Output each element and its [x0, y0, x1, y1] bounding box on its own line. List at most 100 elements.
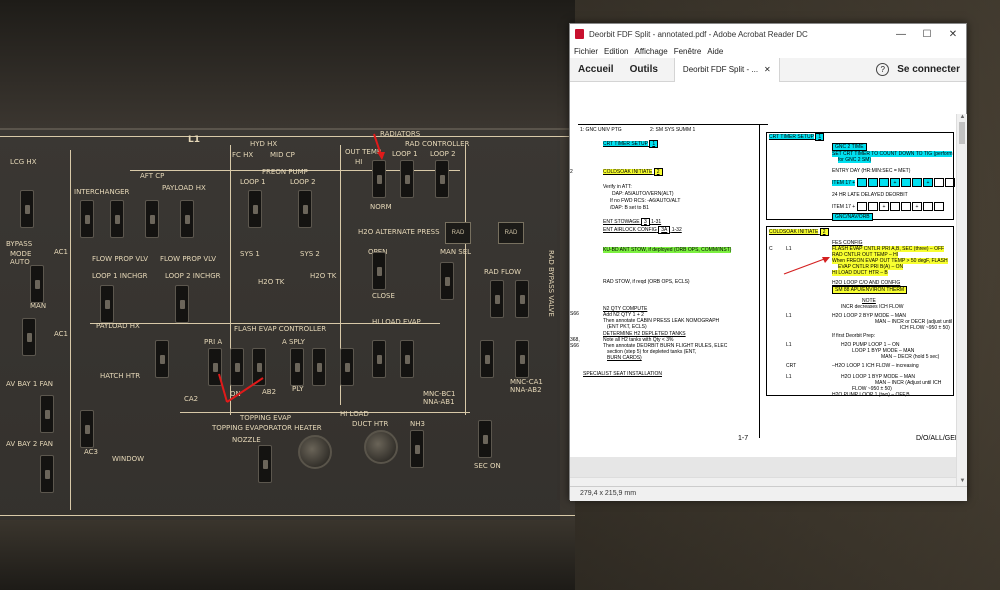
minimize-icon[interactable]: — [888, 29, 914, 40]
toggle-switch[interactable] [435, 160, 449, 198]
toggle-switch[interactable] [480, 340, 494, 378]
aft-cp-label: AFT CP [140, 172, 165, 180]
toggle-switch[interactable] [20, 190, 34, 228]
tab-document[interactable]: Deorbit FDF Split - ... ✕ [673, 57, 780, 82]
scroll-up-icon[interactable]: ▲ [957, 114, 968, 122]
menu-aide[interactable]: Aide [707, 47, 723, 56]
menu-affichage[interactable]: Affichage [634, 47, 667, 56]
first-deorbit: If first Deorbit Prep: [832, 333, 876, 339]
item17-b-cells[interactable]: + + [857, 202, 945, 211]
freon-loop1-label: LOOP 1 [240, 178, 266, 186]
man-sel-label: MAN SEL [440, 248, 472, 256]
footer-page-number: 1-7 [738, 435, 749, 442]
rad-stow: RAD STOW, if reqd (ORB OPS, ECLS) [603, 279, 690, 285]
close-icon[interactable]: ✕ [940, 29, 966, 40]
toggle-switch[interactable] [110, 200, 124, 238]
vertical-scrollbar[interactable]: ▲ ▼ [956, 114, 967, 486]
nh3-switch[interactable] [410, 430, 424, 468]
bypass-mode-switch[interactable] [30, 265, 44, 303]
verify-att: Verify in ATT: [603, 184, 632, 190]
gnc-nav-orb: GNC/NAV/ORB [832, 213, 873, 221]
sys2-label: SYS 2 [300, 250, 320, 258]
coldsoak-initiate-left: COLDSOAK INITIATE [603, 169, 653, 175]
menu-bar: Fichier Edition Affichage Fenêtre Aide [570, 44, 966, 58]
toggle-switch[interactable] [515, 280, 529, 318]
tab-outils[interactable]: Outils [622, 64, 666, 75]
l1-marker: L1 [786, 246, 792, 252]
nozzle-label: NOZZLE [232, 436, 261, 444]
ac1-label-2: AC1 [54, 330, 69, 338]
ca2-label: CA2 [184, 395, 199, 403]
toggle-switch[interactable] [312, 348, 326, 386]
toggle-switch[interactable] [22, 318, 36, 356]
toggle-switch[interactable] [490, 280, 504, 318]
scroll-down-icon[interactable]: ▼ [957, 478, 968, 486]
menu-fenetre[interactable]: Fenêtre [674, 47, 702, 56]
help-icon[interactable]: ? [876, 63, 890, 76]
toggle-switch[interactable] [145, 200, 159, 238]
column-divider [759, 124, 760, 438]
av-bay1-fan-switch[interactable] [40, 395, 54, 433]
topping-evap-heater-knob[interactable] [298, 435, 332, 469]
toggle-switch[interactable] [80, 410, 94, 448]
title-bar: Deorbit FDF Split - annotated.pdf - Adob… [570, 24, 966, 44]
crt-timer-setup-right: CRT TIMER SETUP [769, 134, 814, 140]
toggle-switch[interactable] [290, 348, 304, 386]
toggle-switch[interactable] [478, 420, 492, 458]
menu-edition[interactable]: Edition [604, 47, 628, 56]
av-bay2-fan-switch[interactable] [40, 455, 54, 493]
toggle-switch[interactable] [298, 190, 312, 228]
red-annotation-arrow [783, 257, 830, 275]
tab-accueil[interactable]: Accueil [570, 64, 622, 75]
horizontal-scrollbar[interactable] [570, 477, 956, 486]
h2o-pump-off: H2O PUMP LOOP 1 (two) – OFF,B [832, 392, 910, 398]
sm88: SM 88 APU/ENVIRON THERM [832, 286, 908, 294]
page-size-readout: 279,4 x 215,9 mm [580, 490, 637, 497]
av-bay2-fan-label: AV BAY 2 FAN [6, 440, 53, 448]
h2o-alternate-switch[interactable] [372, 252, 386, 290]
sign-in-link[interactable]: Se connecter [897, 64, 960, 75]
hi-load-duct-htr-knob[interactable] [364, 430, 398, 464]
toggle-switch[interactable] [440, 262, 454, 300]
crt-timer-setup-left: CRT TIMER SETUP [603, 141, 648, 147]
specialist-seat: SPECIALIST SEAT INSTALLATION [583, 371, 663, 377]
close-tab-icon[interactable]: ✕ [764, 65, 771, 74]
panel-divider [70, 150, 71, 510]
toggle-switch[interactable] [515, 340, 529, 378]
c-marker: C [769, 246, 773, 252]
item17-a-cells[interactable]: + + [857, 178, 956, 187]
left-header-2: 2: SM SYS SUMM 1 [650, 127, 696, 133]
header-rule [578, 124, 768, 125]
toggle-switch[interactable] [155, 340, 169, 378]
ich-flow: ICH FLOW ~950 ± 50) [900, 325, 950, 331]
pdf-page[interactable]: 1: GNC UNIV PTG 2: SM SYS SUMM 1 CRT TIM… [570, 114, 956, 486]
item17-b: ITEM 17 + [832, 204, 856, 210]
toggle-switch[interactable] [248, 190, 262, 228]
out-temp-switch[interactable] [372, 160, 386, 198]
payload-hx-label: PAYLOAD HX [162, 184, 206, 192]
man-label: MAN [30, 302, 47, 310]
scroll-thumb[interactable] [959, 122, 965, 144]
toggle-switch[interactable] [100, 285, 114, 323]
toggle-switch[interactable] [340, 348, 354, 386]
toggle-switch[interactable] [400, 340, 414, 378]
hi-load-evap-switch[interactable] [372, 340, 386, 378]
red-annotation-arrow [373, 133, 385, 160]
tab-bar: Accueil Outils Deorbit FDF Split - ... ✕ … [570, 57, 966, 82]
loop2-inchgr-label: LOOP 2 INCHGR [165, 272, 221, 280]
no-fwd-rcs-line: If no FWD RCS: -A6/AUTO/ALT [610, 198, 681, 204]
toggle-switch[interactable] [400, 160, 414, 198]
toggle-switch[interactable] [180, 200, 194, 238]
pri-a-label: PRI A [204, 338, 223, 346]
toggle-switch[interactable] [175, 285, 189, 323]
menu-fichier[interactable]: Fichier [574, 47, 598, 56]
man-decr: MAN – DECR (hold 5 sec) [881, 354, 940, 360]
fc-hx-label: FC HX [232, 151, 254, 159]
toggle-switch[interactable] [80, 200, 94, 238]
hatch-htr-label: HATCH HTR [100, 372, 141, 380]
rad-pushbutton[interactable]: RAD [445, 222, 471, 244]
maximize-icon[interactable]: ☐ [914, 29, 940, 40]
toggle-switch[interactable] [258, 445, 272, 483]
bottom-shadow [0, 520, 575, 590]
rad-pushbutton[interactable]: RAD [498, 222, 524, 244]
